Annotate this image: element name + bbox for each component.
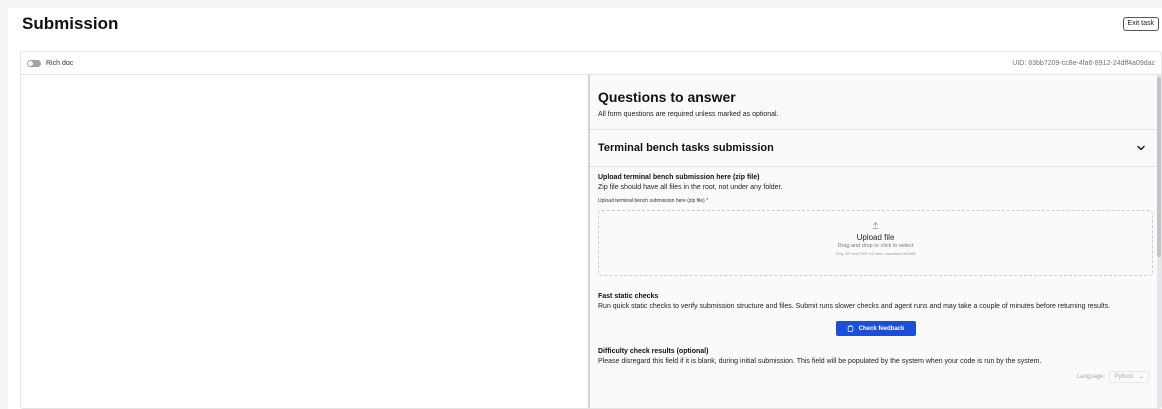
static-checks-label: Fast static checks (598, 292, 659, 300)
dropzone-title: Upload file (856, 232, 895, 242)
section-title: Terminal bench tasks submission (598, 142, 774, 154)
static-checks-field: Fast static checks Run quick static chec… (590, 293, 1161, 312)
upload-field-small-label: Upload terminal bench submission here (z… (598, 197, 709, 204)
scrollbar-thumb[interactable] (1157, 77, 1161, 257)
upload-icon (872, 221, 879, 229)
questions-title: Questions to answer (598, 89, 736, 105)
rich-doc-label: Rich doc (46, 59, 74, 67)
questions-scrollbar[interactable] (1157, 75, 1161, 408)
difficulty-description: Please disregard this field if it is bla… (598, 358, 1042, 365)
document-pane[interactable] (21, 75, 588, 408)
difficulty-field: Difficulty check results (optional) Plea… (590, 348, 1161, 367)
upload-dropzone[interactable]: Upload file Drag and drop or click to se… (598, 209, 1153, 276)
questions-subtitle: All form questions are required unless m… (598, 111, 779, 118)
questions-header: Questions to answer All form questions a… (590, 75, 1161, 130)
upload-field-label: Upload terminal bench submission here (z… (598, 174, 760, 181)
questions-pane: Questions to answer All form questions a… (590, 75, 1161, 408)
chevron-down-icon[interactable] (1135, 142, 1147, 154)
page-title: Submission (22, 14, 119, 33)
editor-toolbar: Rich doc UID: 83bb7209-cc8e-4fa6-8912-24… (21, 52, 1161, 75)
difficulty-label: Difficulty check results (optional) (598, 348, 709, 355)
language-row: Language: Python (1077, 371, 1149, 383)
exit-task-button[interactable]: Exit task (1122, 17, 1159, 31)
check-feedback-button[interactable]: Check feedback (835, 321, 916, 336)
language-label: Language: (1076, 374, 1106, 380)
editor-content: Questions to answer All form questions a… (21, 75, 1161, 408)
chevron-down-icon (1139, 375, 1144, 379)
upload-field: Upload terminal bench submission here (z… (590, 174, 1161, 204)
static-checks-description: Run quick static checks to verify submis… (598, 302, 1111, 310)
section-header[interactable]: Terminal bench tasks submission (590, 130, 1161, 167)
rich-doc-toggle[interactable] (27, 59, 41, 67)
language-select[interactable]: Python (1109, 371, 1149, 383)
upload-field-description: Zip file should have all files in the ro… (598, 184, 783, 191)
language-selected: Python (1114, 374, 1133, 380)
clipboard-icon (847, 325, 853, 332)
check-feedback-label: Check feedback (858, 325, 905, 332)
editor-panel: Rich doc UID: 83bb7209-cc8e-4fa6-8912-24… (20, 51, 1162, 409)
dropzone-subtitle: Drag and drop or click to select (837, 242, 914, 249)
page: Submission Exit task Rich doc UID: 83bb7… (8, 8, 1162, 409)
dropzone-hint: Only ZIP and TAR.GZ files, maximum 500MB (835, 250, 916, 256)
uid-label: UID: 83bb7209-cc8e-4fa6-8912-24dff4a09da… (1012, 59, 1155, 67)
